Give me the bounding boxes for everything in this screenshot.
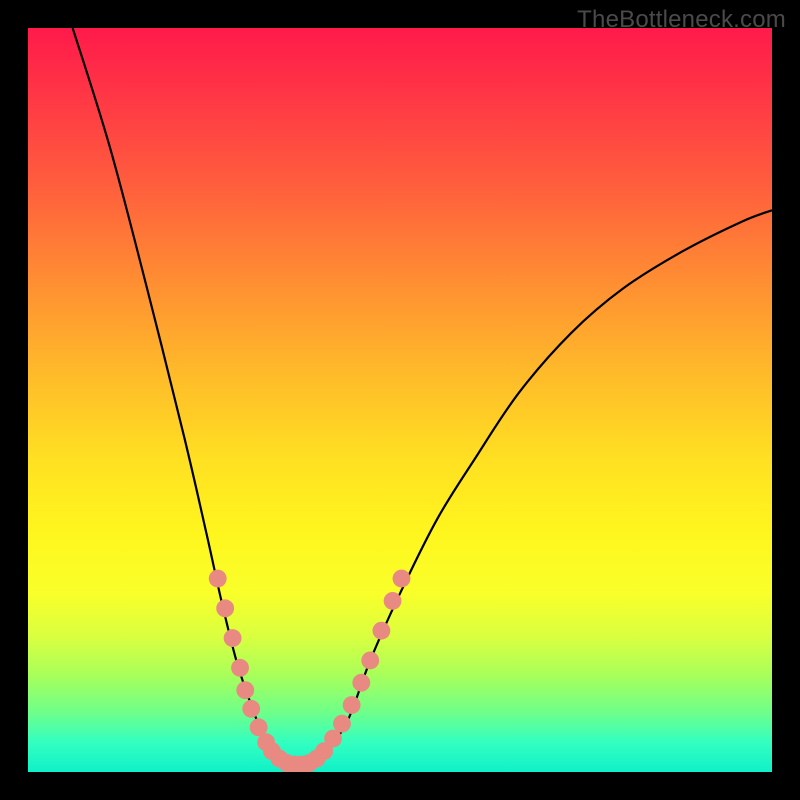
marker-dots-layer <box>209 570 411 772</box>
marker-dot <box>343 696 361 714</box>
marker-dot <box>361 651 379 669</box>
bottleneck-curve <box>73 28 772 765</box>
chart-svg <box>28 28 772 772</box>
marker-dot <box>352 674 370 692</box>
marker-dot <box>384 592 402 610</box>
marker-dot <box>242 700 260 718</box>
marker-dot <box>224 629 242 647</box>
marker-dot <box>333 715 351 733</box>
marker-dot <box>236 681 254 699</box>
marker-dot <box>216 599 234 617</box>
marker-dot <box>393 570 411 588</box>
chart-frame: TheBottleneck.com <box>0 0 800 800</box>
marker-dot <box>372 622 390 640</box>
marker-dot <box>209 570 227 588</box>
watermark-text: TheBottleneck.com <box>577 6 786 34</box>
marker-dot <box>231 659 249 677</box>
curve-layer <box>73 28 772 765</box>
marker-dot <box>324 730 342 748</box>
plot-area <box>28 28 772 772</box>
